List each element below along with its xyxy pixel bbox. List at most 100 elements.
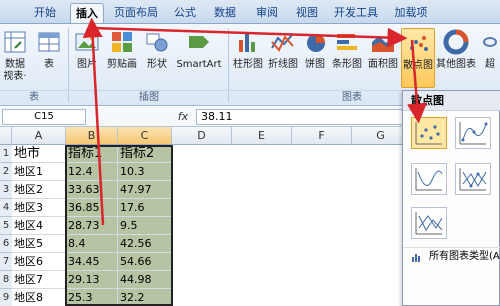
pie-chart-label: 饼图: [305, 59, 325, 70]
column-chart-label: 柱形图: [233, 59, 263, 70]
scatter-chart-icon: [410, 36, 428, 51]
cell-a6[interactable]: 地区5: [12, 235, 66, 253]
cell-a4[interactable]: 地区3: [12, 199, 66, 217]
area-chart-icon: [372, 34, 394, 52]
row-header[interactable]: 6: [0, 235, 12, 253]
clipart-label: 剪贴画: [107, 59, 137, 70]
line-chart-label: 折线图: [268, 59, 298, 70]
smartart-icon: [189, 36, 209, 48]
row-header[interactable]: 5: [0, 217, 12, 235]
table-button[interactable]: 表: [34, 28, 64, 88]
bar-chart-label: 条形图: [332, 59, 362, 70]
tab-developer[interactable]: 开发工具: [330, 3, 382, 23]
pivot-table-button[interactable]: 数据 视表·: [0, 28, 30, 88]
shapes-button[interactable]: 形状: [142, 28, 172, 88]
scatter-chart-dropdown: 散点图 所有图表类型(A: [402, 90, 500, 306]
area-chart-button[interactable]: 面积图: [366, 28, 400, 88]
pivot-label-2: 视表·: [3, 71, 27, 82]
tab-insert[interactable]: 插入: [70, 3, 104, 23]
spreadsheet-grid: A B C D E F G 1 地市 指标1 指标2 2 地区1 12.4 10…: [0, 127, 410, 306]
name-box[interactable]: C15: [2, 109, 86, 125]
cell-a8[interactable]: 地区7: [12, 271, 66, 289]
chart-types-icon: [412, 254, 420, 262]
scatter-straight-lines-option[interactable]: [411, 207, 447, 239]
picture-label: 图片: [77, 59, 97, 70]
cell-a2[interactable]: 地区1: [12, 163, 66, 181]
bar-chart-icon: [337, 34, 357, 50]
select-all-corner[interactable]: [0, 127, 12, 145]
picture-button[interactable]: 图片: [72, 28, 102, 88]
tab-view[interactable]: 视图: [292, 3, 322, 23]
hyperlink-button[interactable]: 超: [480, 28, 500, 88]
dropdown-title: 散点图: [403, 91, 500, 111]
cell-a9[interactable]: 地区8: [12, 289, 66, 306]
smooth-lines-icon: [415, 168, 443, 191]
scatter-markers-only-option[interactable]: [411, 117, 447, 149]
other-charts-button[interactable]: 其他图表: [436, 28, 476, 88]
row-header[interactable]: 9: [0, 289, 12, 306]
pie-chart-icon: [307, 34, 325, 52]
smartart-label: SmartArt: [176, 59, 222, 70]
tab-data[interactable]: 数据: [210, 3, 240, 23]
column-header-d[interactable]: D: [172, 127, 232, 145]
excel-window: 开始 插入 页面布局 公式 数据 审阅 视图 开发工具 加载项 数据 视表· 表…: [0, 0, 500, 306]
area-chart-label: 面积图: [368, 59, 398, 70]
ribbon-tab-bar: 开始 插入 页面布局 公式 数据 审阅 视图 开发工具 加载项: [0, 0, 500, 24]
clipart-button[interactable]: 剪贴画: [104, 28, 140, 88]
row-header[interactable]: 2: [0, 163, 12, 181]
scatter-markers-icon: [415, 122, 442, 145]
row-header[interactable]: 7: [0, 253, 12, 271]
scatter-smooth-lines-markers-option[interactable]: [455, 117, 491, 149]
clipart-icon: [112, 32, 132, 52]
row-header[interactable]: 4: [0, 199, 12, 217]
formula-input[interactable]: 38.11: [196, 109, 406, 125]
scatter-straight-lines-markers-option[interactable]: [455, 163, 491, 195]
column-header-e[interactable]: E: [232, 127, 292, 145]
scatter-chart-label: 散点图: [403, 60, 433, 71]
shapes-label: 形状: [147, 59, 167, 70]
fx-icon[interactable]: fx: [174, 109, 192, 125]
column-chart-icon: [239, 34, 255, 52]
group-separator: [68, 28, 69, 102]
pivot-table-icon: [4, 31, 26, 53]
tab-home[interactable]: 开始: [28, 3, 62, 23]
column-header-f[interactable]: F: [292, 127, 352, 145]
other-charts-icon: [443, 29, 469, 55]
group-illustrations-label: 插图: [70, 90, 228, 104]
tab-review[interactable]: 审阅: [252, 3, 282, 23]
pivot-label: 数据: [5, 59, 25, 70]
tab-page-layout[interactable]: 页面布局: [110, 3, 162, 23]
tab-addins[interactable]: 加载项: [390, 3, 432, 23]
table-icon: [38, 32, 60, 52]
scatter-smooth-lines-option[interactable]: [411, 163, 447, 195]
column-header-c[interactable]: C: [118, 127, 172, 145]
straight-lines-markers-icon: [459, 168, 487, 191]
line-chart-icon: [271, 33, 294, 52]
all-chart-types-link[interactable]: 所有图表类型(A...: [403, 247, 500, 265]
cell-a7[interactable]: 地区6: [12, 253, 66, 271]
column-header-a[interactable]: A: [12, 127, 66, 145]
row-header[interactable]: 1: [0, 145, 12, 163]
all-chart-types-label: 所有图表类型(A...: [429, 251, 500, 262]
hyperlink-label: 超: [485, 59, 495, 70]
shapes-icon: [146, 33, 168, 52]
group-separator: [228, 28, 229, 102]
row-header[interactable]: 3: [0, 181, 12, 199]
bar-chart-button[interactable]: 条形图: [330, 28, 364, 88]
cell-a1[interactable]: 地市: [12, 145, 66, 163]
hyperlink-icon: [483, 37, 497, 47]
table-label: 表: [44, 59, 54, 70]
tab-formulas[interactable]: 公式: [170, 3, 200, 23]
line-chart-button[interactable]: 折线图: [266, 28, 300, 88]
selection-range: [65, 145, 173, 306]
cell-a5[interactable]: 地区4: [12, 217, 66, 235]
other-charts-label: 其他图表: [436, 59, 476, 70]
column-chart-button[interactable]: 柱形图: [232, 28, 264, 88]
picture-icon: [75, 33, 99, 51]
scatter-chart-button[interactable]: 散点图: [401, 28, 435, 88]
column-header-b[interactable]: B: [66, 127, 118, 145]
pie-chart-button[interactable]: 饼图: [302, 28, 328, 88]
cell-a3[interactable]: 地区2: [12, 181, 66, 199]
row-header[interactable]: 8: [0, 271, 12, 289]
smartart-button[interactable]: SmartArt: [174, 28, 224, 88]
